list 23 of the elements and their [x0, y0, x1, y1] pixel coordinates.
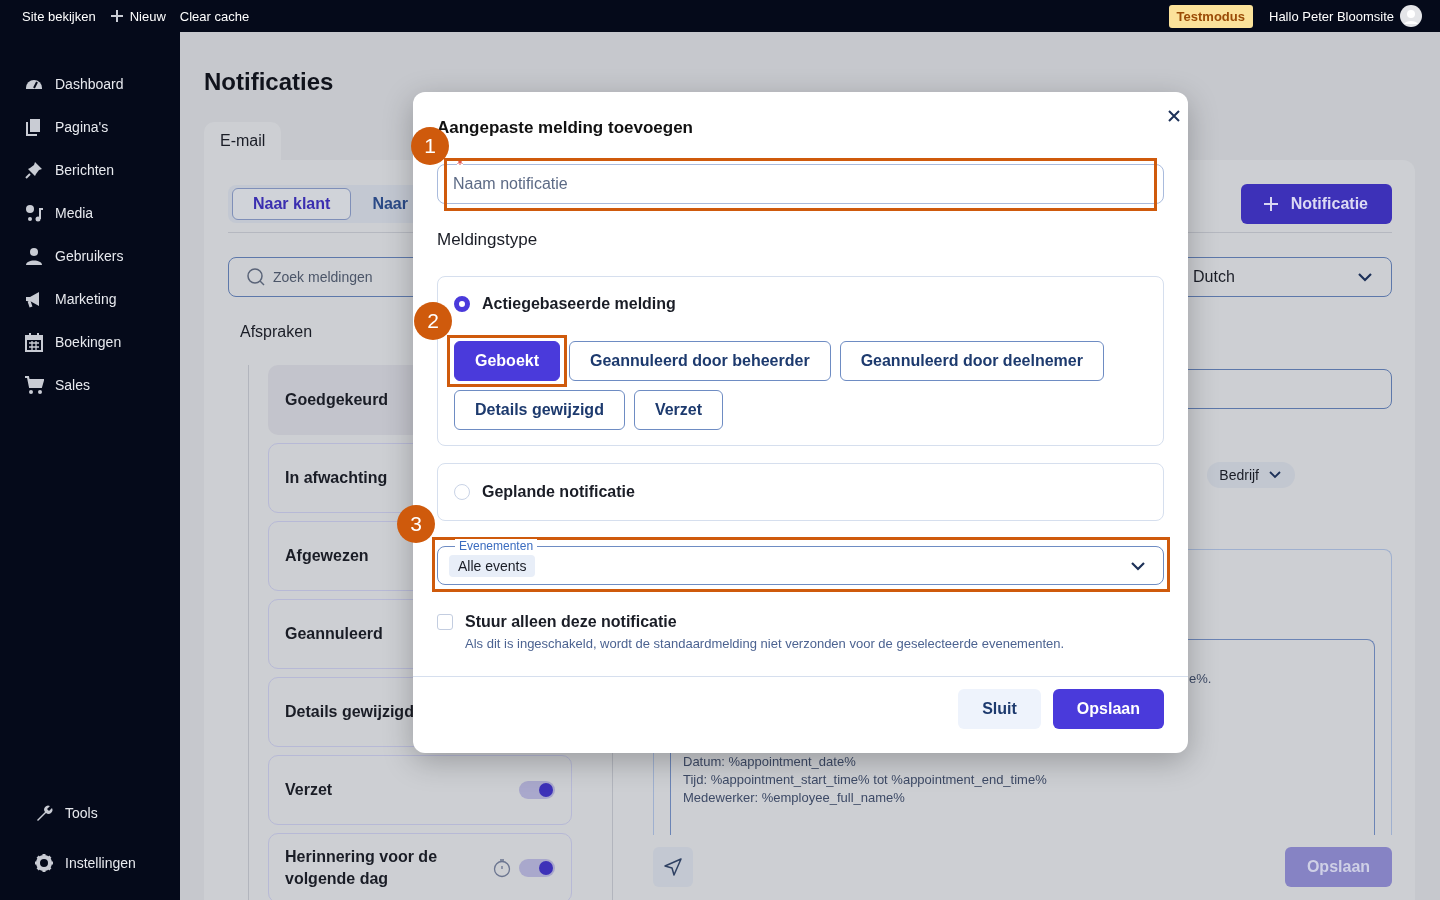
- section-label: Meldingstype: [437, 230, 539, 250]
- hint-text: Als dit is ingeschakeld, wordt de standaardmelding niet verzonden voor de geselecteerde evenementen.: [465, 636, 1065, 651]
- notification-label: Afgewezen: [285, 546, 369, 566]
- greeting-text: Hallo Peter Bloomsite: [1269, 8, 1394, 24]
- selected-tag: Alle events: [449, 554, 536, 577]
- option-label: Geplande notificatie: [482, 483, 635, 501]
- dialog-title: Aangepaste melding toevoegen: [437, 118, 693, 138]
- message-text: Tijd: %appointment_start_time% tot %appointment_end_time%: [683, 771, 1048, 789]
- notification-label: Details gewijzigd: [285, 702, 414, 722]
- page-title: Notificaties: [204, 68, 335, 96]
- group-title: Afspraken: [239, 322, 313, 342]
- option-label: Actiegebaseerde melding: [482, 295, 676, 313]
- notification-label: Verzet: [285, 780, 333, 800]
- notification-label: Geannuleerd: [285, 624, 383, 644]
- message-text: Medewerker: %employee_full_name%: [683, 789, 906, 807]
- notification-label: Herinnering voor de volgende dag: [285, 847, 439, 889]
- message-text: Datum: %appointment_date%: [683, 753, 857, 771]
- notification-label: Goedgekeurd: [285, 390, 389, 410]
- message-text: e%.: [1189, 670, 1213, 688]
- mode-badge: Testmodus: [1168, 4, 1253, 28]
- checkbox-label: Stuur alleen deze notificatie: [465, 613, 678, 632]
- field-label: Evenementen: [455, 539, 538, 553]
- notification-label: In afwachting: [285, 468, 388, 488]
